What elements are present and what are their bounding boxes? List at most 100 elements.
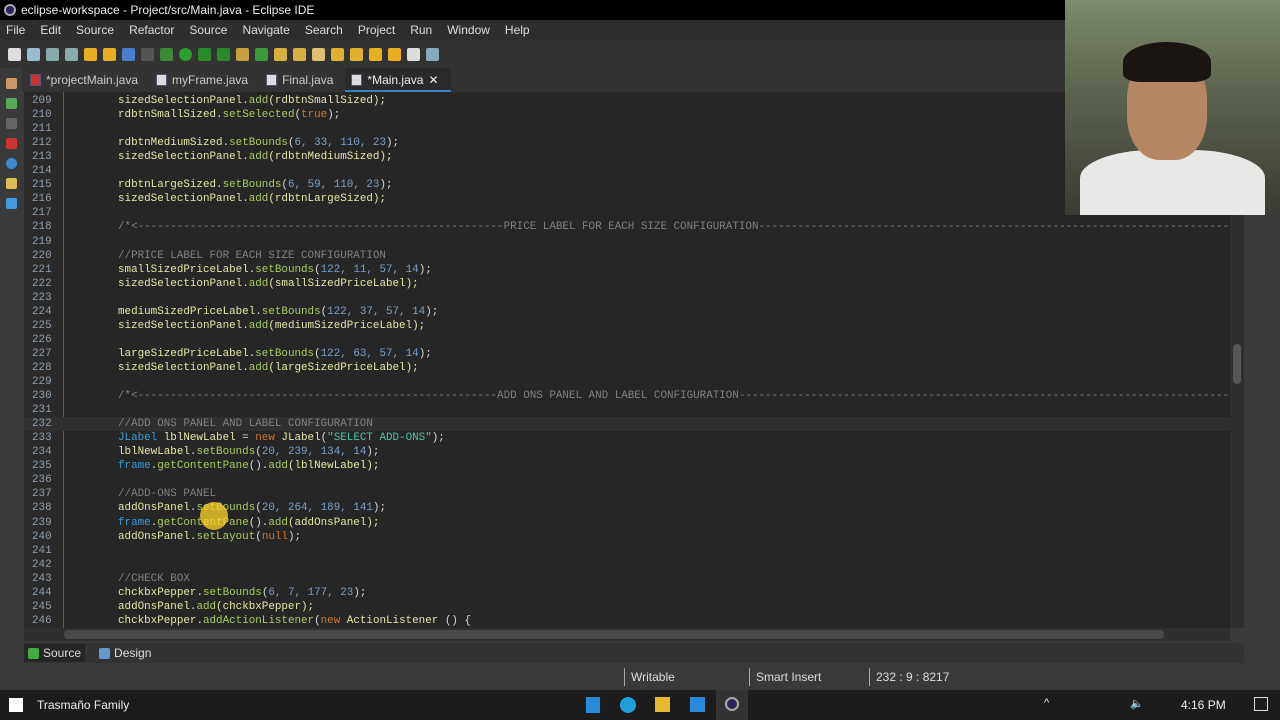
code-token: 20, 239, 134, 14 [261, 446, 367, 459]
menu-source[interactable]: Source [70, 23, 123, 37]
code-token: ); [366, 446, 380, 459]
horizontal-scrollbar[interactable] [24, 628, 1230, 641]
debug-icon[interactable] [160, 47, 173, 61]
code-token: setBounds [222, 179, 282, 192]
perspective-icon[interactable] [426, 47, 439, 61]
outline-icon[interactable] [5, 98, 17, 109]
tab-design[interactable]: Design [95, 644, 155, 662]
code-text: rdbtnMediumSized.setBounds(6, 33, 110, 2… [118, 136, 399, 150]
code-token: sizedSelectionPanel [118, 361, 243, 374]
open-type-icon[interactable] [274, 47, 287, 61]
menu-file[interactable]: File [0, 23, 34, 37]
horizontal-scroll-thumb[interactable] [64, 630, 1164, 639]
back-icon[interactable] [388, 47, 401, 61]
eclipse-taskbar-button[interactable] [716, 690, 748, 720]
tab-label: *projectMain.java [46, 73, 139, 87]
line-number: 235 [32, 460, 52, 473]
javadoc-icon[interactable] [5, 158, 17, 169]
tab-label: *Main.java [367, 73, 424, 87]
problems-icon[interactable] [5, 138, 17, 149]
line-number: 237 [32, 488, 52, 501]
vscode-icon[interactable] [586, 697, 600, 713]
line-number: 228 [32, 361, 52, 374]
clock[interactable]: 4:16 PM [1181, 698, 1226, 712]
menu-navigate[interactable]: Navigate [236, 23, 298, 37]
new-package-icon[interactable] [27, 47, 40, 61]
code-text: frame.getContentPane().add(lblNewLabel); [118, 459, 379, 473]
line-number: 241 [32, 544, 52, 557]
code-token: add [196, 600, 217, 613]
new-icon[interactable] [8, 47, 21, 61]
windows-start-icon[interactable] [9, 698, 23, 712]
tab-final[interactable]: Final.java [260, 68, 345, 92]
menu-search[interactable]: Search [299, 23, 352, 37]
code-line: 246 chckbxPepper.addActionListener(new Ac… [24, 614, 1230, 628]
code-line: 223 [24, 291, 1230, 305]
redo-icon[interactable] [103, 47, 116, 61]
run-icon[interactable] [179, 47, 192, 61]
code-line: 230 /*<----------------------------------… [24, 389, 1244, 403]
menu-source-2[interactable]: Source [183, 23, 236, 37]
code-token: ); [372, 502, 386, 515]
menu-project[interactable]: Project [352, 23, 404, 37]
line-number: 226 [32, 333, 52, 346]
last-edit-icon[interactable] [369, 47, 382, 61]
restore-icon[interactable] [5, 78, 17, 89]
save-all-icon[interactable] [65, 47, 78, 61]
vertical-scroll-thumb[interactable] [1233, 344, 1241, 384]
code-token: add [248, 277, 269, 290]
code-token: 122, 11, 57, 14 [320, 263, 419, 276]
code-token: (rdbtnSmallSized); [268, 95, 386, 107]
tab-myframe[interactable]: myFrame.java [150, 68, 260, 92]
line-number: 239 [32, 516, 52, 529]
line-number: 227 [32, 347, 52, 360]
edge-icon[interactable] [620, 697, 636, 713]
code-token: rdbtnLargeSized [118, 179, 217, 192]
open-task-icon[interactable] [293, 47, 306, 61]
close-tab-icon[interactable]: ✕ [428, 73, 438, 90]
code-token: add [268, 516, 288, 529]
previous-annotation-icon[interactable] [350, 47, 363, 61]
code-token: setBounds [261, 305, 321, 318]
new-java-project-icon[interactable] [236, 47, 249, 61]
tray-chevron-icon[interactable]: ^ [1044, 697, 1049, 709]
tab-projectmain[interactable]: *projectMain.java [24, 68, 150, 92]
code-line: 241 [24, 544, 1230, 558]
volume-icon[interactable]: 🔈 [1130, 697, 1144, 710]
menu-run[interactable]: Run [404, 23, 441, 37]
code-token: sizedSelectionPanel [118, 277, 243, 290]
new-class-icon[interactable] [255, 47, 268, 61]
store-icon[interactable] [690, 697, 705, 712]
java-file-error-icon [30, 74, 41, 86]
code-token: setBounds [229, 137, 288, 150]
undo-icon[interactable] [84, 47, 97, 61]
menu-help[interactable]: Help [499, 23, 539, 37]
line-number: 216 [32, 193, 52, 206]
code-text: smallSizedPriceLabel.setBounds(122, 11, … [118, 263, 432, 277]
coverage-icon[interactable] [198, 47, 211, 61]
code-line: 224 mediumSizedPriceLabel.setBounds(122, … [24, 305, 1230, 319]
java-file-icon [266, 74, 278, 86]
skip-breakpoints-icon[interactable] [141, 47, 154, 61]
code-token: (largeSizedPriceLabel); [268, 361, 419, 374]
forward-icon[interactable] [407, 47, 420, 61]
minimize-icon[interactable] [5, 118, 17, 129]
edit-icon[interactable] [312, 47, 325, 61]
terminal-icon[interactable] [122, 47, 135, 61]
notifications-icon[interactable] [1254, 697, 1268, 711]
code-text: addOnsPanel.add(chckbxPepper); [118, 600, 314, 614]
tab-main[interactable]: *Main.java ✕ [345, 68, 451, 92]
next-annotation-icon[interactable] [331, 47, 344, 61]
tab-source[interactable]: Source [24, 644, 86, 662]
code-editor[interactable]: 209 sizedSelectionPanel.add(rdbtnSmallSiz… [24, 92, 1244, 628]
file-explorer-icon[interactable] [655, 697, 670, 712]
menu-window[interactable]: Window [441, 23, 499, 37]
menu-edit[interactable]: Edit [34, 23, 70, 37]
save-icon[interactable] [46, 47, 59, 61]
code-text: chckbxPepper.setBounds(6, 7, 177, 23); [118, 586, 366, 600]
external-tools-icon[interactable] [217, 47, 230, 61]
declaration-icon[interactable] [5, 178, 17, 189]
console-icon[interactable] [5, 198, 17, 209]
code-token: (lblNewLabel); [287, 460, 380, 473]
menu-refactor[interactable]: Refactor [123, 23, 183, 37]
